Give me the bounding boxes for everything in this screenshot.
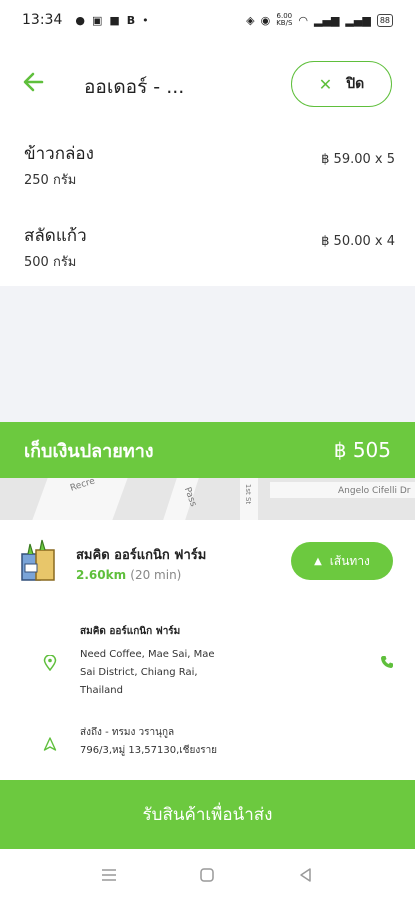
header: ออเดอร์ - ... ✕ ปิด — [0, 40, 415, 124]
wifi-icon: ◠ — [298, 13, 309, 27]
navigation-arrow-icon: ▲ — [314, 555, 322, 567]
duration-value: (20 min) — [130, 568, 182, 582]
signal-icon: ▂▄▆ — [314, 13, 340, 27]
back-triangle-icon — [300, 867, 311, 882]
system-nav-bar — [0, 849, 415, 900]
map-label: Angelo Cifelli Dr — [338, 486, 411, 496]
chat-icon: ● — [75, 13, 85, 27]
bag-icon: ■ — [109, 13, 120, 27]
background-area — [0, 286, 415, 422]
address-line: Thailand — [80, 685, 123, 696]
recipient-line: ส่งถึง - ทรมง วรานุกูล — [80, 727, 175, 738]
recipient-line: 796/3,หมู่ 13,57130,เชียงราย — [80, 745, 218, 756]
store-logo — [18, 538, 58, 582]
dot-icon: • — [142, 13, 149, 27]
item-name: ข้าวกล่อง — [24, 144, 94, 164]
status-left: 13:34 ● ▣ ■ B • — [22, 12, 149, 28]
store-card: สมคิด ออร์แกนิก ฟาร์ม 2.60km (20 min) ▲ … — [0, 520, 415, 600]
item-weight: 250 กรัม — [24, 173, 77, 188]
status-right: ◈ ◉ 6.00 KB/S ◠ ▂▄▆ ▂▄▆ 88 — [246, 13, 393, 27]
image-icon: ▣ — [91, 13, 103, 27]
status-time: 13:34 — [22, 12, 63, 28]
address-panel: สมคิด ออร์แกนิก ฟาร์ม Need Coffee, Mae S… — [0, 600, 415, 780]
pickup-button[interactable]: รับสินค้าเพื่อนำส่ง — [0, 780, 415, 849]
item-weight: 500 กรัม — [24, 255, 77, 270]
close-button[interactable]: ✕ ปิด — [291, 61, 392, 107]
cod-banner: เก็บเงินปลายทาง ฿ 505 — [0, 422, 415, 478]
item-price: ฿ 59.00 x 5 — [321, 152, 395, 167]
map-label: 1st St — [244, 483, 253, 505]
page-title: ออเดอร์ - ... — [84, 76, 185, 98]
list-item: ข้าวกล่อง 250 กรัม ฿ 59.00 x 5 — [0, 124, 415, 204]
phone-icon[interactable] — [380, 654, 394, 668]
address-line: Sai District, Chiang Rai, — [80, 667, 198, 678]
pickup-address: Need Coffee, Mae Sai, Mae Sai District, … — [80, 646, 270, 700]
distance-value: 2.60km — [76, 568, 127, 582]
location-pin-icon — [43, 654, 57, 672]
home-square-icon — [200, 867, 215, 882]
cod-label: เก็บเงินปลายทาง — [24, 440, 154, 462]
navigation-icon — [43, 736, 57, 751]
status-bar: 13:34 ● ▣ ■ B • ◈ ◉ 6.00 KB/S ◠ ▂▄▆ ▂▄▆ … — [0, 0, 415, 40]
map-view[interactable]: Recre Pass 1st St Angelo Cifelli Dr — [0, 478, 415, 520]
home-button[interactable] — [192, 860, 222, 890]
pickup-name: สมคิด ออร์แกนิก ฟาร์ม — [80, 626, 181, 637]
store-distance: 2.60km (20 min) — [76, 568, 181, 582]
address-line: Need Coffee, Mae Sai, Mae — [80, 649, 215, 660]
grocery-bag-icon — [21, 539, 55, 581]
item-name: สลัดแก้ว — [24, 226, 87, 246]
pickup-button-label: รับสินค้าเพื่อนำส่ง — [142, 805, 273, 825]
menu-icon — [102, 868, 117, 881]
b-icon: B — [126, 13, 136, 27]
item-price: ฿ 50.00 x 4 — [321, 234, 395, 249]
battery-icon: 88 — [376, 13, 393, 27]
recipient-address: ส่งถึง - ทรมง วรานุกูล 796/3,หมู่ 13,571… — [80, 724, 217, 760]
speed-icon: 6.00 KB/S — [276, 12, 293, 27]
close-label: ปิด — [346, 76, 365, 92]
back-button[interactable] — [20, 68, 48, 96]
list-item: สลัดแก้ว 500 กรัม ฿ 50.00 x 4 — [0, 206, 415, 286]
back-system-button[interactable] — [291, 860, 321, 890]
vibrate-icon: ◈ — [246, 13, 255, 27]
close-icon: ✕ — [318, 74, 333, 94]
store-name: สมคิด ออร์แกนิก ฟาร์ม — [76, 548, 207, 563]
order-items: ข้าวกล่อง 250 กรัม ฿ 59.00 x 5 สลัดแก้ว … — [0, 124, 415, 286]
location-icon: ◉ — [260, 13, 271, 27]
cod-amount: ฿ 505 — [333, 438, 391, 462]
arrow-left-icon — [23, 72, 44, 92]
recent-apps-button[interactable] — [94, 860, 124, 890]
route-label: เส้นทาง — [329, 553, 370, 568]
route-button[interactable]: ▲ เส้นทาง — [291, 542, 393, 580]
signal-icon: ▂▄▆ — [345, 13, 371, 27]
